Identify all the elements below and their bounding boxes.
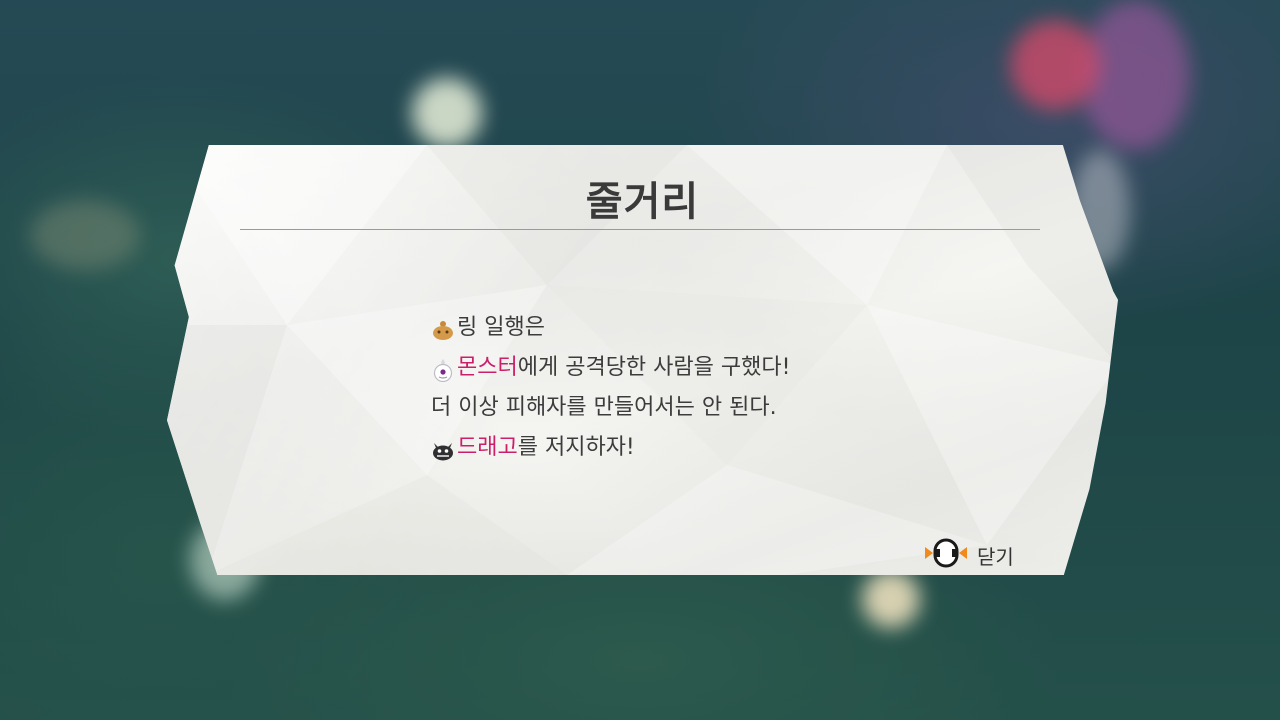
story-line-text: 링 일행은 bbox=[457, 315, 545, 340]
title-divider bbox=[240, 229, 1040, 230]
golden-character-icon bbox=[431, 316, 455, 340]
white-monster-icon bbox=[431, 356, 455, 383]
story-line: 몬스터 에게 공격당한 사람을 구했다! bbox=[431, 348, 931, 388]
story-line-text: 에게 공격당한 사람을 구했다! bbox=[517, 355, 791, 380]
monster-highlight: 몬스터 bbox=[457, 355, 518, 380]
close-label: 닫기 bbox=[977, 544, 1014, 569]
background-tree-blur bbox=[30, 200, 140, 270]
close-button[interactable]: 닫기 bbox=[923, 537, 1014, 573]
background-light-orb bbox=[412, 78, 482, 148]
black-dragon-icon bbox=[431, 436, 455, 461]
story-line-text: 더 이상 피해자를 만들어서는 안 된다. bbox=[431, 395, 777, 420]
story-line-text: 를 저지하자! bbox=[517, 435, 635, 460]
background-red-glow bbox=[1010, 20, 1100, 110]
background-lamp-glow bbox=[862, 570, 920, 628]
story-line: 더 이상 피해자를 만들어서는 안 된다. bbox=[431, 388, 931, 428]
story-line: 드래고 를 저지하자! bbox=[431, 428, 931, 468]
dialog-title: 줄거리 bbox=[585, 179, 700, 225]
controller-button-icon bbox=[923, 537, 969, 573]
story-dialog-panel: 줄거리 링 일행은 몬스터 에게 공격당한 사람을 구했다! 더 이상 피해자를… bbox=[167, 145, 1118, 575]
story-line: 링 일행은 bbox=[431, 308, 931, 348]
drago-highlight: 드래고 bbox=[457, 435, 518, 460]
story-text: 링 일행은 몬스터 에게 공격당한 사람을 구했다! 더 이상 피해자를 만들어서… bbox=[431, 308, 931, 468]
